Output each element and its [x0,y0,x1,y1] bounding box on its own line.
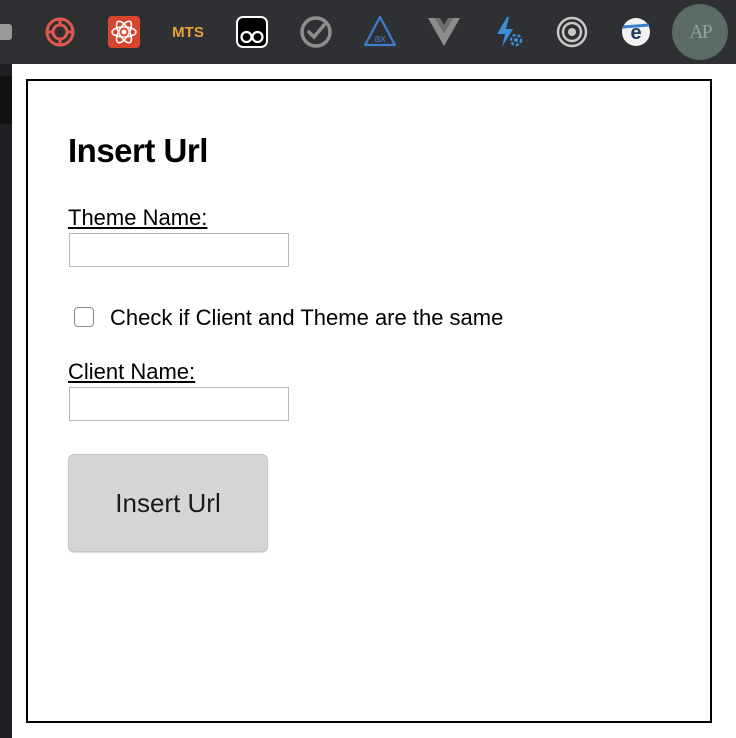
client-name-input[interactable] [69,387,289,421]
mts-logo-text: MTS [172,23,204,41]
background-editor [0,64,12,738]
extensions-toolbar: MTS ax e AP [0,0,736,64]
client-name-label: Client Name: [68,359,196,384]
mts-logo-icon[interactable]: MTS [168,12,208,52]
insert-url-button[interactable]: Insert Url [68,454,268,552]
insert-url-button-label: Insert Url [115,487,221,518]
target-rings-icon[interactable] [552,12,592,52]
tampermonkey-icon[interactable] [232,12,272,52]
background-tabbar [0,76,12,124]
same-name-checkbox[interactable] [74,307,94,327]
avatar-icon[interactable]: AP [672,4,728,60]
spiral-logo-icon[interactable] [40,12,80,52]
theme-name-label: Theme Name: [68,205,208,230]
axe-triangle-icon[interactable]: ax [360,12,400,52]
e-globe-icon[interactable]: e [616,12,656,52]
svg-text:e: e [630,22,641,44]
theme-name-input[interactable] [69,233,289,267]
vue-logo-icon[interactable] [424,12,464,52]
svg-text:ax: ax [374,33,386,45]
lightning-gear-icon[interactable] [488,12,528,52]
page-title: Insert Url [68,132,208,169]
checkmark-circle-icon[interactable] [296,12,336,52]
avatar-initials: AP [689,20,713,43]
same-name-checkbox-label[interactable]: Check if Client and Theme are the same [110,305,503,331]
react-atom-icon[interactable] [104,12,144,52]
extension-badge-icon[interactable] [0,12,26,52]
